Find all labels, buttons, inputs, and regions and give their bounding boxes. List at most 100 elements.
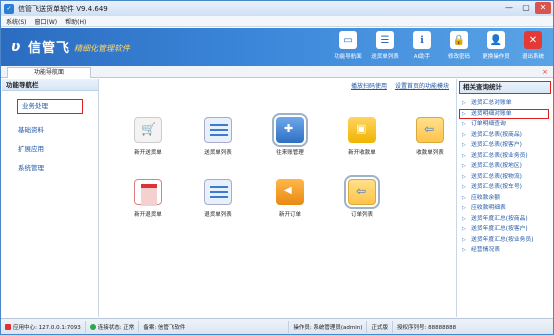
app-center-text: 应用中心: 127.0.0.1:7093 bbox=[13, 324, 81, 331]
menu-system[interactable]: 系统(S) bbox=[6, 17, 27, 26]
tool-label: AI助手 bbox=[413, 54, 431, 60]
tool-ai-button[interactable]: ℹ AI助手 bbox=[406, 31, 438, 63]
home-modules-link[interactable]: 设置首页的功能模块 bbox=[395, 81, 449, 90]
minimize-button[interactable]: — bbox=[501, 2, 517, 14]
query-panel-header: 相关查询统计 bbox=[459, 81, 551, 94]
status-version: 正式版 bbox=[367, 320, 393, 333]
nav-item-extensions[interactable]: 扩展应用 bbox=[18, 143, 44, 153]
restore-button[interactable]: ▢ bbox=[518, 2, 534, 14]
nav-item-business[interactable]: 业务处理 bbox=[17, 99, 83, 114]
box-icon bbox=[348, 117, 376, 143]
close-tab-icon[interactable]: × bbox=[542, 67, 548, 77]
func-new-order[interactable]: 新开订单 bbox=[260, 179, 320, 225]
tool-list-button[interactable]: ☰ 送货单列表 bbox=[369, 31, 401, 63]
status-bar: 应用中心: 127.0.0.1:7093 连接状态: 正常 备案: 信管飞软件 … bbox=[1, 318, 553, 334]
window-title: 信管飞送货单软件 V9.4.649 bbox=[18, 4, 108, 13]
query-item-highlighted[interactable]: 送货明细对账单 bbox=[459, 108, 549, 119]
center-links: 播放扫码使用 设置首页的功能模块 bbox=[351, 81, 449, 90]
cart-icon bbox=[134, 117, 162, 143]
query-item[interactable]: 订单明细查询 bbox=[457, 119, 553, 130]
func-label: 新开送货单 bbox=[134, 150, 162, 156]
status-note: 备案: 信管飞软件 bbox=[139, 320, 290, 333]
app-window: ✓ 信管飞送货单软件 V9.4.649 — ▢ ✕ 系统(S) 窗口(W) 帮助… bbox=[0, 0, 554, 335]
query-item[interactable]: 送货汇总表(按商品) bbox=[457, 130, 553, 141]
query-item[interactable]: 送货汇总对账单 bbox=[457, 98, 553, 109]
tab-function-nav[interactable]: 功能导航面 bbox=[7, 67, 91, 78]
version-text: 正式版 bbox=[371, 324, 388, 331]
exit-icon: ✕ bbox=[524, 31, 542, 49]
tab-strip: 功能导航面 × bbox=[1, 66, 553, 78]
list-icon bbox=[204, 117, 232, 143]
status-operator: 操作员: 系统管理员(admin) bbox=[289, 320, 368, 333]
tool-exit-button[interactable]: ✕ 退出系统 bbox=[517, 31, 549, 63]
tool-password-button[interactable]: 🔒 修改密码 bbox=[443, 31, 475, 63]
func-order-list[interactable]: 订单列表 bbox=[332, 175, 392, 225]
func-label: 往来账管理 bbox=[276, 150, 304, 156]
tool-label: 功能导航面 bbox=[334, 54, 362, 60]
back-arrow-icon bbox=[276, 179, 304, 205]
func-label: 新开订单 bbox=[278, 212, 301, 218]
func-label: 退货单列表 bbox=[204, 212, 232, 218]
check-icon bbox=[89, 323, 96, 330]
tool-nav-button[interactable]: ▭ 功能导航面 bbox=[332, 31, 364, 63]
func-return-list[interactable]: 退货单列表 bbox=[188, 179, 248, 225]
func-delivery-list[interactable]: 送货单列表 bbox=[188, 117, 248, 163]
tool-label: 修改密码 bbox=[447, 54, 470, 60]
list-icon: ☰ bbox=[376, 31, 394, 49]
title-bar: ✓ 信管飞送货单软件 V9.4.649 — ▢ ✕ bbox=[1, 1, 553, 16]
left-nav: 功能导航栏 业务处理 基础资料 扩展应用 系统管理 bbox=[2, 79, 99, 317]
nav-item-system[interactable]: 系统管理 bbox=[18, 162, 44, 172]
query-item[interactable]: 送货年度汇总(按客户) bbox=[457, 224, 553, 235]
func-new-return[interactable]: 新开退货单 bbox=[118, 179, 178, 225]
status-connection: 连接状态: 正常 bbox=[86, 320, 140, 333]
doc-icon bbox=[134, 179, 162, 206]
logo: ʋ 信管飞 精细化管理软件 bbox=[11, 37, 131, 57]
menu-help[interactable]: 帮助(H) bbox=[65, 17, 86, 26]
status-serial: 授权序列号: 88888888 bbox=[393, 321, 460, 333]
tool-label: 退出系统 bbox=[521, 54, 544, 60]
menu-window[interactable]: 窗口(W) bbox=[35, 17, 58, 26]
status-app-center: 应用中心: 127.0.0.1:7093 bbox=[1, 320, 86, 333]
query-item[interactable]: 应收款明细表 bbox=[457, 203, 553, 214]
slogan: 精细化管理软件 bbox=[74, 44, 131, 53]
func-new-delivery[interactable]: 新开送货单 bbox=[118, 117, 178, 163]
add-icon bbox=[272, 113, 308, 147]
query-item[interactable]: 送货汇总表(按地区) bbox=[457, 161, 553, 172]
app-center-icon bbox=[5, 323, 11, 330]
func-label: 新开退货单 bbox=[134, 212, 162, 218]
toolbar: ▭ 功能导航面 ☰ 送货单列表 ℹ AI助手 🔒 修改密码 👤 更换操作员 ✕ bbox=[327, 31, 549, 63]
info-icon: ℹ bbox=[413, 31, 431, 49]
list-icon bbox=[204, 179, 232, 205]
tool-switch-user-button[interactable]: 👤 更换操作员 bbox=[480, 31, 512, 63]
tool-label: 送货单列表 bbox=[371, 54, 399, 60]
close-button[interactable]: ✕ bbox=[535, 2, 551, 14]
query-item[interactable]: 送货汇总表(按客户) bbox=[457, 140, 553, 151]
query-item[interactable]: 送货汇总表(按物流) bbox=[457, 172, 553, 183]
query-item[interactable]: 送货年度汇总(按业务员) bbox=[457, 235, 553, 246]
connection-text: 连接状态: 正常 bbox=[97, 324, 135, 331]
tool-label: 更换操作员 bbox=[482, 54, 510, 60]
scan-usage-link[interactable]: 播放扫码使用 bbox=[351, 81, 387, 90]
func-receipt-list[interactable]: 收款单列表 bbox=[400, 117, 460, 163]
query-item[interactable]: 送货汇总表(按业务员) bbox=[457, 151, 553, 162]
monitor-icon: ▭ bbox=[339, 31, 357, 49]
window-controls: — ▢ ✕ bbox=[501, 2, 551, 14]
query-item[interactable]: 送货年度汇总(按商品) bbox=[457, 214, 553, 225]
menu-bar: 系统(S) 窗口(W) 帮助(H) bbox=[1, 16, 553, 27]
query-item[interactable]: 送货汇总表(按车号) bbox=[457, 182, 553, 193]
func-accounts[interactable]: 往来账管理 bbox=[260, 113, 320, 163]
func-label: 送货单列表 bbox=[204, 150, 232, 156]
func-label: 订单列表 bbox=[350, 212, 373, 218]
lock-icon: 🔒 bbox=[450, 31, 468, 49]
logo-mark-icon: ʋ bbox=[11, 38, 21, 55]
function-panel: 播放扫码使用 设置首页的功能模块 新开送货单 送货单列表 往来账管理 新开收款单… bbox=[100, 79, 455, 317]
func-label: 收款单列表 bbox=[416, 150, 444, 156]
func-new-receipt[interactable]: 新开收款单 bbox=[332, 117, 392, 163]
note-text: 备案: 信管飞软件 bbox=[143, 324, 186, 331]
order-list-icon bbox=[344, 175, 380, 209]
banner: ʋ 信管飞 精细化管理软件 ▭ 功能导航面 ☰ 送货单列表 ℹ AI助手 🔒 修… bbox=[1, 28, 553, 66]
query-item[interactable]: 经营情况表 bbox=[457, 245, 553, 256]
card-icon bbox=[416, 117, 444, 143]
query-item[interactable]: 应收款余额 bbox=[457, 193, 553, 204]
nav-item-basic-data[interactable]: 基础资料 bbox=[18, 124, 44, 134]
